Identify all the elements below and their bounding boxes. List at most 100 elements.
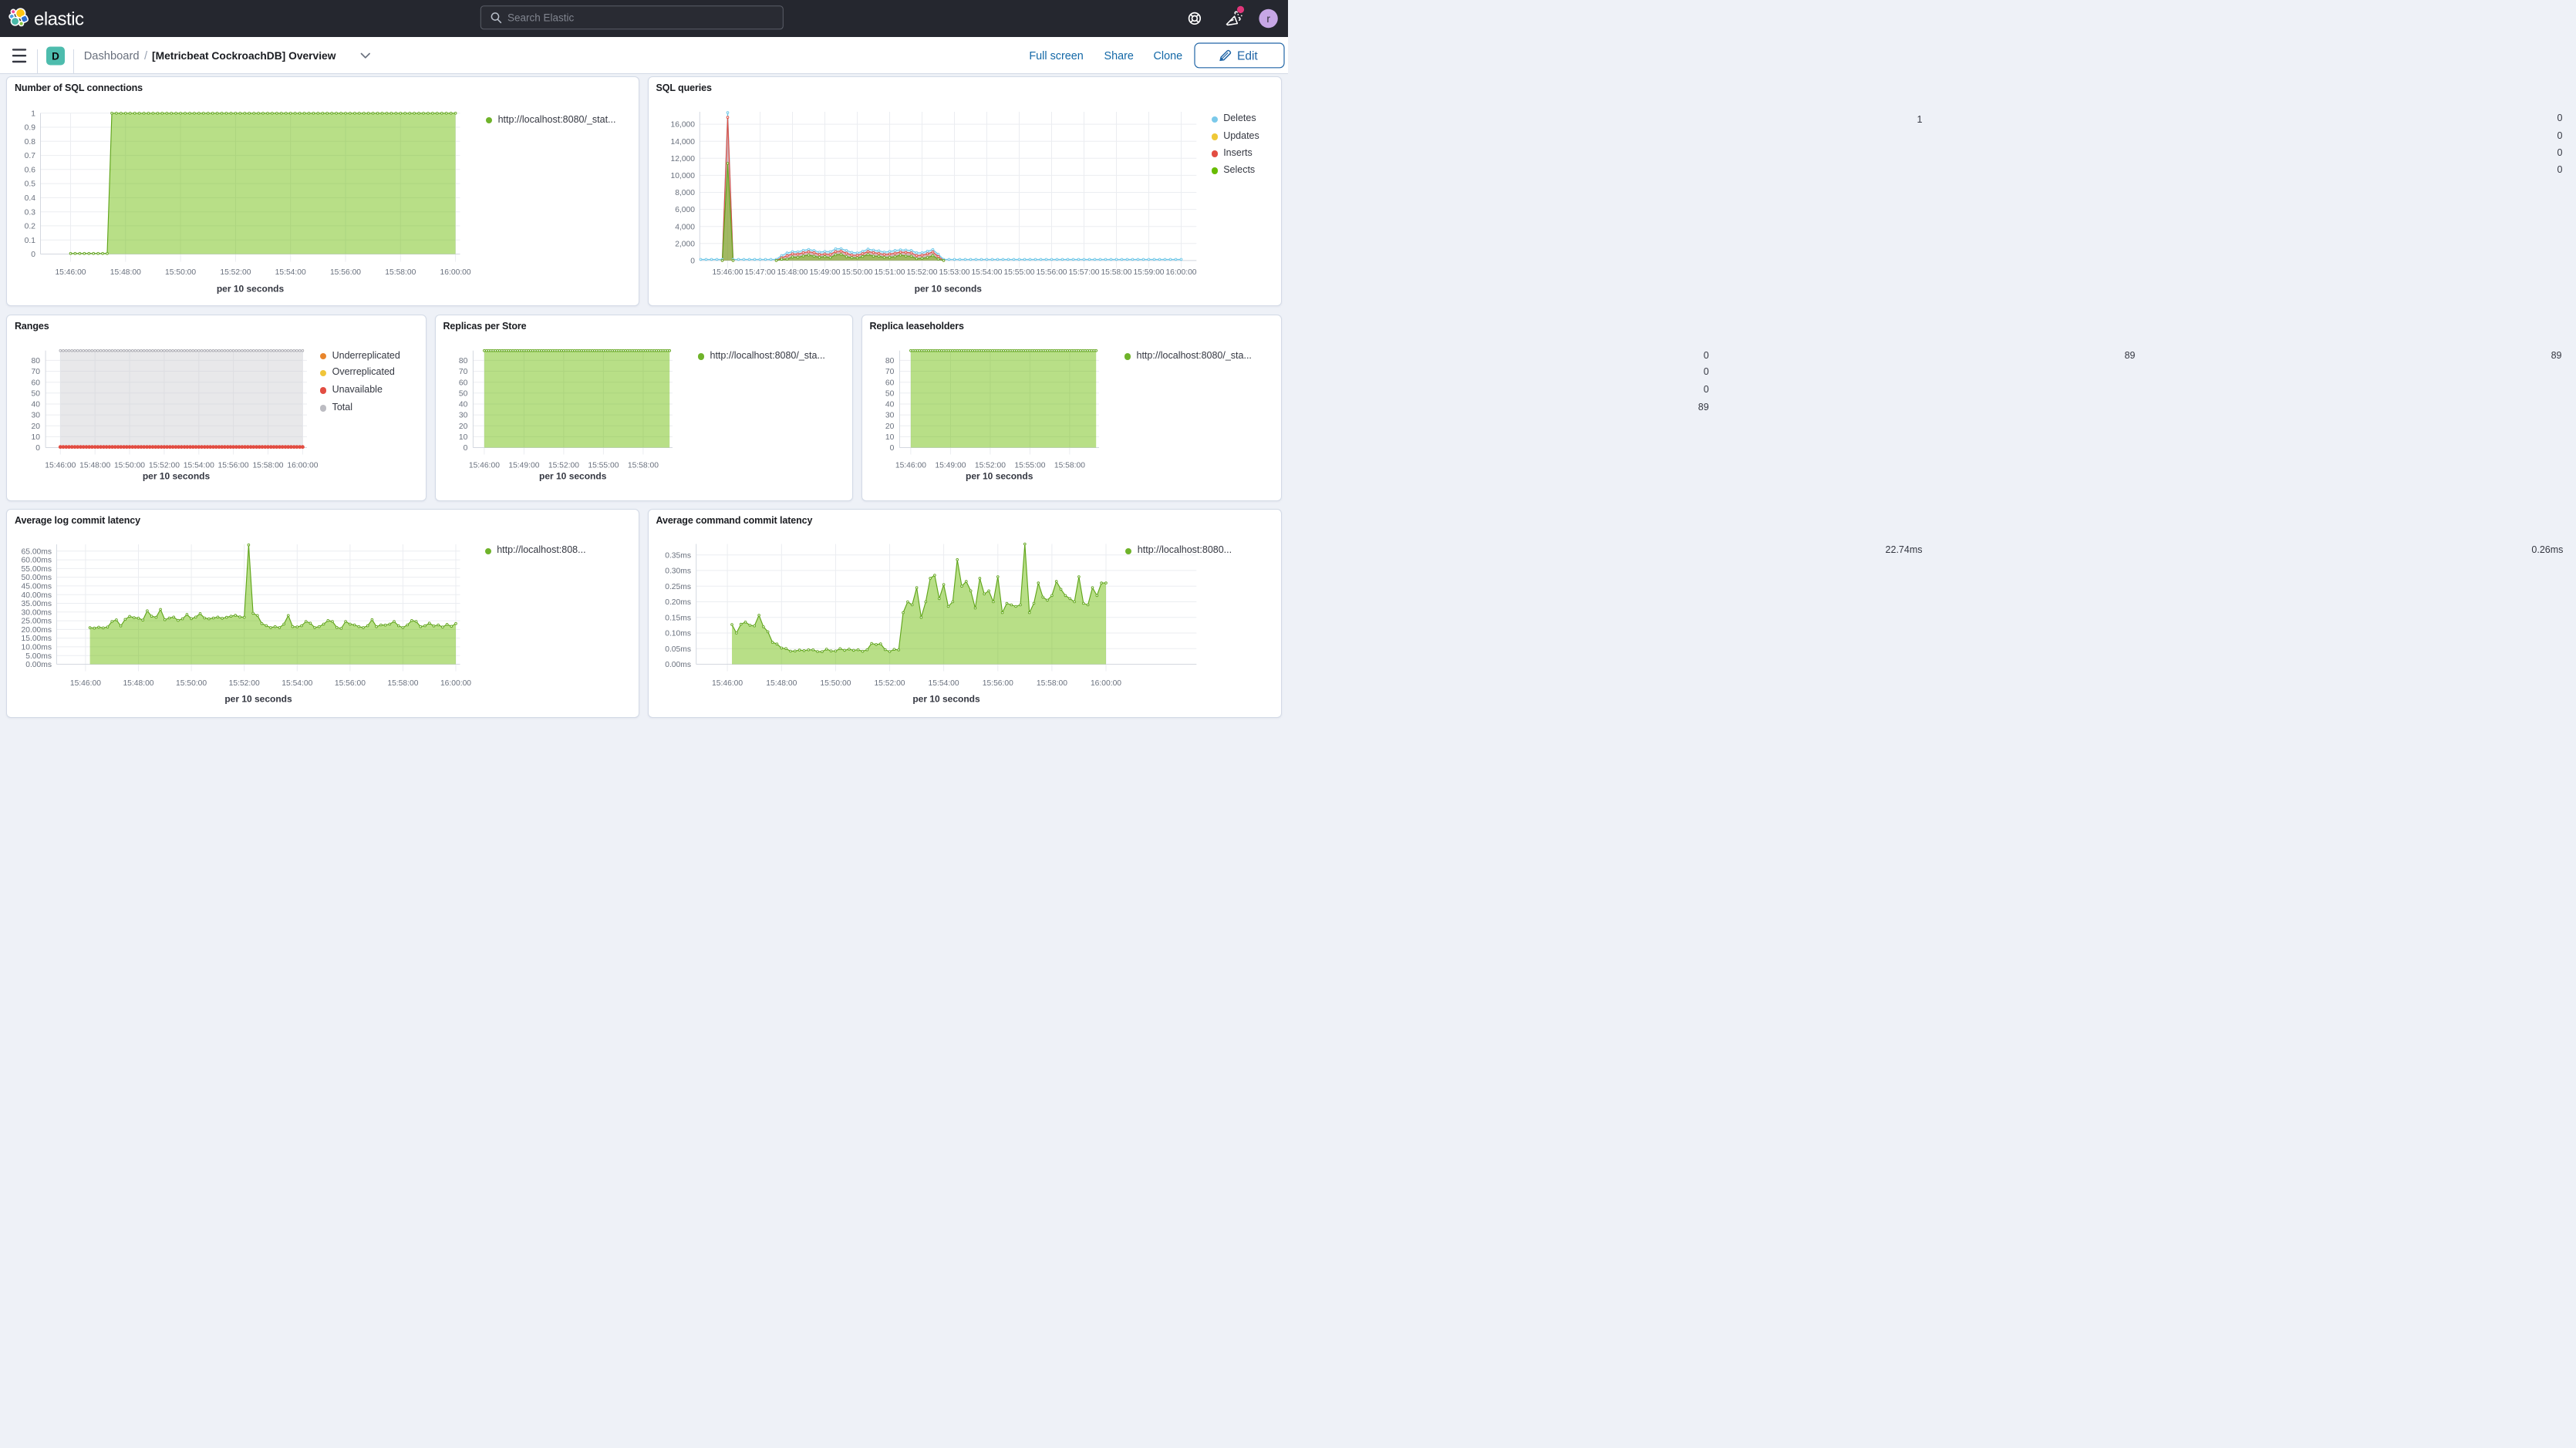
svg-text:0: 0 bbox=[31, 251, 35, 259]
svg-text:80: 80 bbox=[459, 357, 468, 365]
svg-text:15:56:00: 15:56:00 bbox=[983, 679, 1013, 688]
svg-text:per 10 seconds: per 10 seconds bbox=[143, 471, 211, 482]
svg-text:0.10ms: 0.10ms bbox=[665, 630, 691, 638]
svg-text:1: 1 bbox=[31, 109, 35, 118]
svg-text:30: 30 bbox=[459, 412, 468, 420]
svg-text:15:46:00: 15:46:00 bbox=[55, 268, 86, 277]
svg-text:60: 60 bbox=[885, 379, 895, 387]
svg-text:15:54:00: 15:54:00 bbox=[282, 679, 312, 688]
svg-text:50: 50 bbox=[459, 389, 468, 398]
svg-text:65.00ms: 65.00ms bbox=[22, 547, 52, 556]
svg-text:16:00:00: 16:00:00 bbox=[440, 679, 471, 688]
svg-text:15:48:00: 15:48:00 bbox=[777, 268, 808, 277]
svg-text:15:56:00: 15:56:00 bbox=[1036, 268, 1067, 277]
svg-text:40: 40 bbox=[885, 401, 895, 409]
svg-text:16:00:00: 16:00:00 bbox=[1165, 268, 1196, 277]
svg-text:15:50:00: 15:50:00 bbox=[114, 462, 145, 470]
svg-text:20.00ms: 20.00ms bbox=[22, 626, 52, 635]
svg-text:per 10 seconds: per 10 seconds bbox=[915, 284, 983, 295]
svg-text:15:59:00: 15:59:00 bbox=[1133, 268, 1164, 277]
svg-text:40.00ms: 40.00ms bbox=[22, 591, 52, 600]
svg-text:35.00ms: 35.00ms bbox=[22, 600, 52, 608]
svg-text:15:49:00: 15:49:00 bbox=[508, 462, 539, 470]
svg-text:0.8: 0.8 bbox=[25, 138, 36, 146]
svg-text:60.00ms: 60.00ms bbox=[22, 557, 52, 565]
svg-text:50: 50 bbox=[32, 389, 41, 398]
svg-text:40: 40 bbox=[32, 401, 41, 409]
svg-text:0: 0 bbox=[35, 444, 40, 453]
svg-text:15:52:00: 15:52:00 bbox=[906, 268, 937, 277]
svg-text:15:51:00: 15:51:00 bbox=[874, 268, 905, 277]
svg-text:15:46:00: 15:46:00 bbox=[712, 679, 743, 688]
svg-text:16:00:00: 16:00:00 bbox=[1091, 679, 1121, 688]
svg-text:0.6: 0.6 bbox=[25, 166, 36, 174]
svg-text:15:49:00: 15:49:00 bbox=[935, 462, 966, 470]
svg-text:15:55:00: 15:55:00 bbox=[1014, 462, 1045, 470]
svg-text:16:00:00: 16:00:00 bbox=[287, 462, 318, 470]
svg-text:4,000: 4,000 bbox=[675, 223, 695, 231]
svg-text:12,000: 12,000 bbox=[671, 155, 696, 163]
svg-text:0: 0 bbox=[890, 444, 895, 453]
svg-text:per 10 seconds: per 10 seconds bbox=[224, 694, 292, 705]
svg-text:10,000: 10,000 bbox=[671, 172, 696, 180]
svg-text:50: 50 bbox=[885, 389, 895, 398]
svg-text:0.2: 0.2 bbox=[25, 223, 36, 231]
svg-text:per 10 seconds: per 10 seconds bbox=[217, 284, 285, 295]
svg-text:15:56:00: 15:56:00 bbox=[335, 679, 366, 688]
svg-text:80: 80 bbox=[32, 357, 41, 365]
svg-text:15:48:00: 15:48:00 bbox=[766, 679, 797, 688]
svg-text:15:58:00: 15:58:00 bbox=[1054, 462, 1085, 470]
svg-text:14,000: 14,000 bbox=[671, 138, 696, 146]
svg-text:15:46:00: 15:46:00 bbox=[712, 268, 743, 277]
svg-text:15:55:00: 15:55:00 bbox=[1003, 268, 1034, 277]
svg-text:70: 70 bbox=[885, 368, 895, 376]
svg-text:15:52:00: 15:52:00 bbox=[975, 462, 1006, 470]
svg-text:15:50:00: 15:50:00 bbox=[841, 268, 872, 277]
svg-text:15:46:00: 15:46:00 bbox=[469, 462, 500, 470]
svg-text:0.00ms: 0.00ms bbox=[665, 661, 691, 669]
svg-text:0.30ms: 0.30ms bbox=[665, 567, 691, 576]
svg-text:6,000: 6,000 bbox=[675, 206, 695, 214]
svg-text:per 10 seconds: per 10 seconds bbox=[539, 471, 607, 482]
svg-text:15:58:00: 15:58:00 bbox=[628, 462, 659, 470]
svg-text:25.00ms: 25.00ms bbox=[22, 618, 52, 626]
svg-text:0.20ms: 0.20ms bbox=[665, 598, 691, 607]
svg-text:15:52:00: 15:52:00 bbox=[874, 679, 905, 688]
svg-text:15:46:00: 15:46:00 bbox=[895, 462, 926, 470]
svg-text:30: 30 bbox=[885, 412, 895, 420]
svg-text:15:52:00: 15:52:00 bbox=[220, 268, 251, 277]
svg-text:0.9: 0.9 bbox=[25, 124, 36, 133]
svg-text:15:58:00: 15:58:00 bbox=[387, 679, 418, 688]
svg-text:0.3: 0.3 bbox=[25, 208, 36, 217]
svg-text:0.25ms: 0.25ms bbox=[665, 583, 691, 591]
svg-text:15:53:00: 15:53:00 bbox=[939, 268, 969, 277]
svg-text:15:54:00: 15:54:00 bbox=[275, 268, 306, 277]
svg-text:15.00ms: 15.00ms bbox=[22, 635, 52, 643]
svg-text:0.15ms: 0.15ms bbox=[665, 614, 691, 622]
svg-text:15:58:00: 15:58:00 bbox=[385, 268, 416, 277]
svg-text:15:54:00: 15:54:00 bbox=[184, 462, 214, 470]
svg-text:15:52:00: 15:52:00 bbox=[229, 679, 260, 688]
svg-text:0.1: 0.1 bbox=[25, 237, 36, 245]
svg-text:30.00ms: 30.00ms bbox=[22, 608, 52, 617]
svg-text:15:58:00: 15:58:00 bbox=[252, 462, 283, 470]
svg-text:15:57:00: 15:57:00 bbox=[1068, 268, 1099, 277]
svg-text:0.7: 0.7 bbox=[25, 152, 36, 160]
svg-text:15:48:00: 15:48:00 bbox=[123, 679, 153, 688]
svg-text:15:46:00: 15:46:00 bbox=[70, 679, 101, 688]
svg-text:8,000: 8,000 bbox=[675, 189, 695, 197]
svg-text:15:47:00: 15:47:00 bbox=[744, 268, 775, 277]
svg-text:70: 70 bbox=[32, 368, 41, 376]
svg-text:0.4: 0.4 bbox=[25, 194, 36, 203]
svg-text:0: 0 bbox=[464, 444, 468, 453]
svg-text:15:58:00: 15:58:00 bbox=[1037, 679, 1067, 688]
svg-text:15:52:00: 15:52:00 bbox=[548, 462, 579, 470]
svg-text:15:56:00: 15:56:00 bbox=[218, 462, 249, 470]
svg-text:30: 30 bbox=[32, 412, 41, 420]
svg-text:20: 20 bbox=[32, 423, 41, 431]
svg-text:15:55:00: 15:55:00 bbox=[588, 462, 619, 470]
svg-text:60: 60 bbox=[32, 379, 41, 387]
svg-text:10: 10 bbox=[885, 433, 895, 442]
svg-text:15:54:00: 15:54:00 bbox=[929, 679, 959, 688]
svg-text:15:50:00: 15:50:00 bbox=[820, 679, 851, 688]
